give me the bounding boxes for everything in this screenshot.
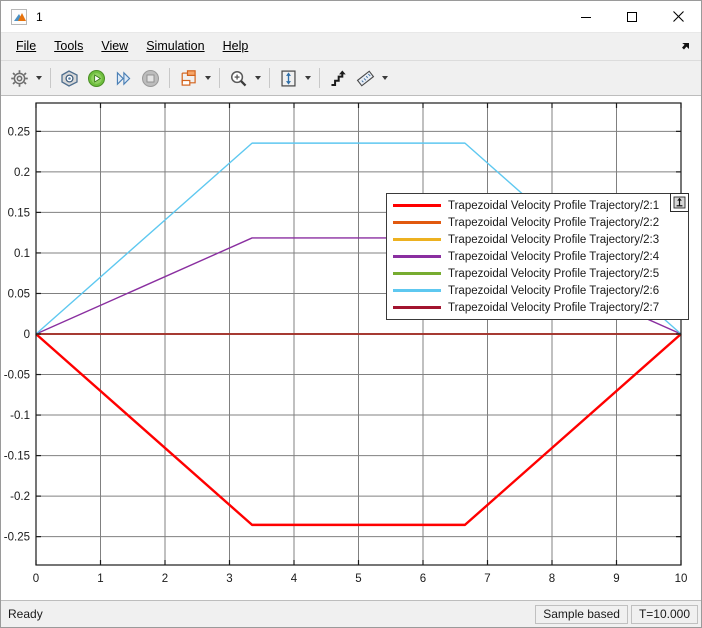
title-bar: 1: [1, 1, 701, 33]
close-icon[interactable]: [655, 1, 701, 32]
legend-item[interactable]: Trapezoidal Velocity Profile Trajectory/…: [387, 197, 688, 214]
maximize-icon[interactable]: [609, 1, 655, 32]
step-forward-icon[interactable]: [110, 65, 137, 91]
legend-color-swatch: [393, 204, 441, 207]
magnifier-plus-icon[interactable]: [225, 65, 252, 91]
legend-item[interactable]: Trapezoidal Velocity Profile Trajectory/…: [387, 231, 688, 248]
plot-area[interactable]: -0.25 -0.2 -0.15 -0.1 -0.05 0 0.05 0.1 0.15 0.2 0.…: [1, 96, 701, 601]
status-time: T=10.000: [630, 604, 698, 624]
menu-view[interactable]: View: [92, 35, 137, 58]
menu-help[interactable]: Help: [214, 35, 258, 58]
menu-file[interactable]: File: [7, 35, 45, 58]
legend-item-label: Trapezoidal Velocity Profile Trajectory/…: [448, 233, 660, 246]
legend-item[interactable]: Trapezoidal Velocity Profile Trajectory/…: [387, 299, 688, 316]
legend-color-swatch: [393, 255, 441, 258]
fit-to-view-icon[interactable]: [275, 65, 302, 91]
svg-text:-0.2: -0.2: [10, 491, 30, 503]
stairs-arrow-icon[interactable]: [325, 65, 352, 91]
legend-item-label: Trapezoidal Velocity Profile Trajectory/…: [448, 267, 660, 280]
legend-item[interactable]: Trapezoidal Velocity Profile Trajectory/…: [387, 248, 688, 265]
svg-text:10: 10: [675, 573, 688, 585]
autoscale-dropdown-caret-icon[interactable]: [302, 65, 314, 91]
legend-item-label: Trapezoidal Velocity Profile Trajectory/…: [448, 301, 660, 314]
toolbar-separator: [219, 68, 220, 88]
legend-item[interactable]: Trapezoidal Velocity Profile Trajectory/…: [387, 265, 688, 282]
menu-file-label: File: [16, 39, 37, 53]
scope-chart[interactable]: -0.25 -0.2 -0.15 -0.1 -0.05 0 0.05 0.1 0.15 0.2 0.…: [1, 96, 701, 601]
svg-text:0: 0: [24, 329, 30, 341]
stop-icon[interactable]: [137, 65, 164, 91]
legend-item-label: Trapezoidal Velocity Profile Trajectory/…: [448, 199, 660, 212]
status-frame-mode: Sample based: [535, 604, 628, 624]
toolbar: [1, 61, 701, 96]
svg-text:0.05: 0.05: [8, 288, 30, 300]
toolbar-separator: [50, 68, 51, 88]
svg-text:7: 7: [484, 573, 490, 585]
menu-simulation-label: Simulation: [146, 39, 205, 53]
legend-item-label: Trapezoidal Velocity Profile Trajectory/…: [448, 284, 660, 297]
svg-text:3: 3: [226, 573, 232, 585]
gear-icon[interactable]: [6, 65, 33, 91]
status-right-group: Sample based T=10.000: [535, 601, 701, 627]
legend-color-swatch: [393, 221, 441, 224]
status-bar: Ready Sample based T=10.000: [1, 601, 701, 627]
status-state: Ready: [8, 607, 43, 621]
legend-color-swatch: [393, 238, 441, 241]
toolbar-separator: [269, 68, 270, 88]
measurements-dropdown-caret-icon[interactable]: [379, 65, 391, 91]
expand-arrow-icon[interactable]: [678, 40, 692, 54]
menu-view-label: View: [101, 39, 129, 53]
svg-text:-0.1: -0.1: [10, 410, 30, 422]
svg-text:0: 0: [33, 573, 39, 585]
svg-text:-0.25: -0.25: [4, 532, 30, 544]
gear-dropdown-caret-icon[interactable]: [33, 65, 45, 91]
menu-tools-label: Tools: [54, 39, 84, 53]
svg-text:0.15: 0.15: [8, 207, 30, 219]
legend-item-label: Trapezoidal Velocity Profile Trajectory/…: [448, 216, 660, 229]
matlab-logo-icon: [11, 8, 27, 25]
menu-simulation[interactable]: Simulation: [137, 35, 213, 58]
window-controls: [563, 1, 701, 32]
menu-help-label: Help: [222, 39, 249, 53]
legend-color-swatch: [393, 289, 441, 292]
toolbar-separator: [169, 68, 170, 88]
zoom-dropdown-caret-icon[interactable]: [252, 65, 264, 91]
signal-blocks-icon[interactable]: [175, 65, 202, 91]
svg-text:9: 9: [613, 573, 619, 585]
legend-color-swatch: [393, 306, 441, 309]
legend-item[interactable]: Trapezoidal Velocity Profile Trajectory/…: [387, 282, 688, 299]
svg-text:0.25: 0.25: [8, 126, 30, 138]
print-icon[interactable]: [56, 65, 83, 91]
play-icon[interactable]: [83, 65, 110, 91]
minimize-icon[interactable]: [563, 1, 609, 32]
svg-text:0.1: 0.1: [14, 248, 30, 260]
svg-text:-0.05: -0.05: [4, 370, 30, 382]
svg-text:4: 4: [291, 573, 298, 585]
window-title: 1: [36, 9, 43, 24]
svg-text:0.2: 0.2: [14, 167, 30, 179]
svg-text:-0.15: -0.15: [4, 451, 30, 463]
scope-window: 1 File Tools View Simulation Help -0.25 …: [0, 0, 702, 628]
legend[interactable]: Trapezoidal Velocity Profile Trajectory/…: [386, 193, 689, 320]
svg-text:6: 6: [420, 573, 426, 585]
svg-text:1: 1: [97, 573, 103, 585]
menu-bar: File Tools View Simulation Help: [1, 33, 701, 61]
signal-dropdown-caret-icon[interactable]: [202, 65, 214, 91]
ruler-icon[interactable]: [352, 65, 379, 91]
toolbar-separator: [319, 68, 320, 88]
svg-text:2: 2: [162, 573, 168, 585]
pin-icon[interactable]: [670, 193, 689, 212]
svg-text:5: 5: [355, 573, 361, 585]
legend-color-swatch: [393, 272, 441, 275]
svg-text:8: 8: [549, 573, 555, 585]
menu-tools[interactable]: Tools: [45, 35, 92, 58]
legend-item[interactable]: Trapezoidal Velocity Profile Trajectory/…: [387, 214, 688, 231]
legend-item-label: Trapezoidal Velocity Profile Trajectory/…: [448, 250, 660, 263]
